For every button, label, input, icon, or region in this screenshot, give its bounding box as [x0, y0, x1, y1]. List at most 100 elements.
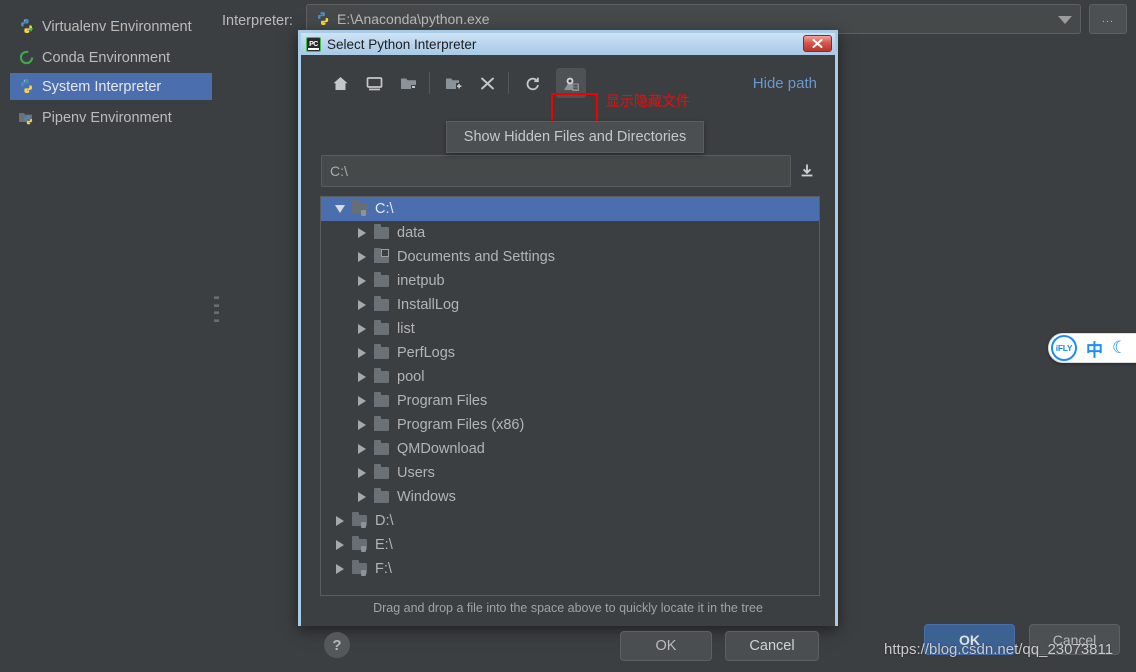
- icon-shape: [374, 272, 389, 287]
- tree-arrow-glyph: [336, 540, 344, 550]
- dialog-cancel-button[interactable]: Cancel: [725, 631, 819, 661]
- chevron-right-icon[interactable]: [351, 420, 373, 430]
- tree-row[interactable]: PerfLogs: [321, 341, 819, 365]
- chevron-right-icon[interactable]: [351, 300, 373, 310]
- drag-drop-hint: Drag and drop a file into the space abov…: [373, 601, 763, 615]
- toolbar-separator: [508, 72, 509, 94]
- folder-link-icon: [373, 248, 391, 265]
- sidebar-item-label: Conda Environment: [42, 49, 171, 66]
- splitter-dot: [214, 318, 219, 322]
- python-icon: [18, 78, 35, 95]
- moon-icon[interactable]: ☾: [1112, 338, 1127, 358]
- tree-row[interactable]: Users: [321, 461, 819, 485]
- sidebar-item-virtualenv[interactable]: Virtualenv Environment: [10, 13, 212, 40]
- chevron-right-icon[interactable]: [351, 444, 373, 454]
- icon-shape: [352, 200, 367, 216]
- interpreter-label: Interpreter:: [222, 13, 293, 29]
- icon-shape: [374, 416, 389, 431]
- ime-language-mode[interactable]: 中: [1086, 336, 1103, 361]
- tree-row[interactable]: D:\: [321, 509, 819, 533]
- path-input[interactable]: C:\: [321, 155, 791, 187]
- tree-row[interactable]: Windows: [321, 485, 819, 509]
- tree-arrow-glyph: [358, 396, 366, 406]
- tree-arrow-glyph: [358, 276, 366, 286]
- tree-row-label: data: [397, 225, 426, 241]
- hide-path-link[interactable]: Hide path: [753, 75, 817, 92]
- browse-interpreter-button[interactable]: ...: [1089, 4, 1127, 34]
- tree-row[interactable]: pool: [321, 365, 819, 389]
- tree-arrow-glyph: [335, 205, 345, 213]
- tree-row-label: D:\: [375, 513, 394, 529]
- show-hidden-tooltip: Show Hidden Files and Directories: [446, 121, 704, 153]
- dialog-ok-button[interactable]: OK: [620, 631, 712, 661]
- tree-row[interactable]: Program Files (x86): [321, 413, 819, 437]
- dialog-titlebar[interactable]: PC Select Python Interpreter: [301, 33, 835, 55]
- chevron-right-icon[interactable]: [351, 324, 373, 334]
- tree-row[interactable]: Program Files: [321, 389, 819, 413]
- folder-icon: [373, 392, 391, 409]
- sidebar-item-conda[interactable]: Conda Environment: [10, 44, 212, 71]
- tree-arrow-glyph: [336, 516, 344, 526]
- close-icon[interactable]: [803, 35, 832, 52]
- help-button[interactable]: ?: [324, 632, 350, 658]
- sidebar-item-system-interpreter[interactable]: System Interpreter: [10, 73, 212, 100]
- folder-icon: [373, 224, 391, 241]
- tree-row-label: pool: [397, 369, 425, 385]
- tree-row[interactable]: Documents and Settings: [321, 245, 819, 269]
- chevron-right-icon[interactable]: [351, 252, 373, 262]
- chevron-right-icon[interactable]: [351, 492, 373, 502]
- ifly-logo-icon[interactable]: iFLY: [1051, 335, 1077, 361]
- file-chooser-toolbar: 显示隐藏文件 Hide path: [301, 63, 835, 133]
- pycharm-icon: PC: [306, 36, 321, 52]
- tree-row[interactable]: list: [321, 317, 819, 341]
- chevron-right-icon[interactable]: [351, 228, 373, 238]
- download-icon[interactable]: [795, 158, 819, 184]
- app-root: Virtualenv Environment Conda Environment…: [0, 0, 1136, 672]
- chevron-right-icon[interactable]: [351, 276, 373, 286]
- sidebar-item-label: Virtualenv Environment: [42, 18, 192, 35]
- tree-row[interactable]: C:\: [321, 197, 819, 221]
- sidebar-item-pipenv[interactable]: Pipenv Environment: [10, 104, 212, 131]
- tree-row-label: E:\: [375, 537, 393, 553]
- tree-arrow-glyph: [358, 228, 366, 238]
- browse-dots-label: ...: [1101, 13, 1115, 25]
- tree-row[interactable]: InstallLog: [321, 293, 819, 317]
- tree-row[interactable]: QMDownload: [321, 437, 819, 461]
- folder-icon: [373, 272, 391, 289]
- new-folder-icon[interactable]: [438, 68, 468, 98]
- tree-arrow-glyph: [358, 252, 366, 262]
- desktop-icon[interactable]: [359, 68, 389, 98]
- delete-icon[interactable]: [472, 68, 502, 98]
- tree-row[interactable]: inetpub: [321, 269, 819, 293]
- tree-row-label: Program Files (x86): [397, 417, 525, 433]
- chevron-right-icon[interactable]: [351, 348, 373, 358]
- icon-shape: [374, 392, 389, 407]
- tree-arrow-glyph: [358, 348, 366, 358]
- home-icon[interactable]: [325, 68, 355, 98]
- chevron-right-icon[interactable]: [351, 396, 373, 406]
- refresh-icon[interactable]: [517, 68, 547, 98]
- splitter-dot: [214, 303, 219, 307]
- environment-type-sidebar: Virtualenv Environment Conda Environment…: [0, 0, 212, 672]
- sidebar-item-label: System Interpreter: [42, 78, 162, 95]
- chevron-down-icon[interactable]: [329, 205, 351, 213]
- ifly-ime-widget[interactable]: iFLY 中 ☾: [1048, 333, 1136, 363]
- dialog-body: 显示隐藏文件 Hide path C:\ Show Hidden Files a…: [301, 55, 835, 661]
- icon-shape: [352, 536, 367, 552]
- tree-row[interactable]: E:\: [321, 533, 819, 557]
- tree-arrow-glyph: [358, 324, 366, 334]
- chevron-right-icon[interactable]: [351, 372, 373, 382]
- annotation-text: 显示隐藏文件: [606, 93, 690, 109]
- tree-row-label: QMDownload: [397, 441, 485, 457]
- panel-splitter-handle[interactable]: [213, 296, 220, 322]
- tree-row[interactable]: data: [321, 221, 819, 245]
- tree-row[interactable]: F:\: [321, 557, 819, 581]
- chevron-right-icon[interactable]: [329, 540, 351, 550]
- chevron-right-icon[interactable]: [351, 468, 373, 478]
- chevron-right-icon[interactable]: [329, 516, 351, 526]
- chevron-down-icon[interactable]: [1058, 16, 1072, 24]
- directory-tree[interactable]: C:\ data Documents and Settings inetpub Inst…: [320, 196, 820, 596]
- chevron-right-icon[interactable]: [329, 564, 351, 574]
- project-folder-icon[interactable]: [393, 68, 423, 98]
- tree-arrow-glyph: [358, 444, 366, 454]
